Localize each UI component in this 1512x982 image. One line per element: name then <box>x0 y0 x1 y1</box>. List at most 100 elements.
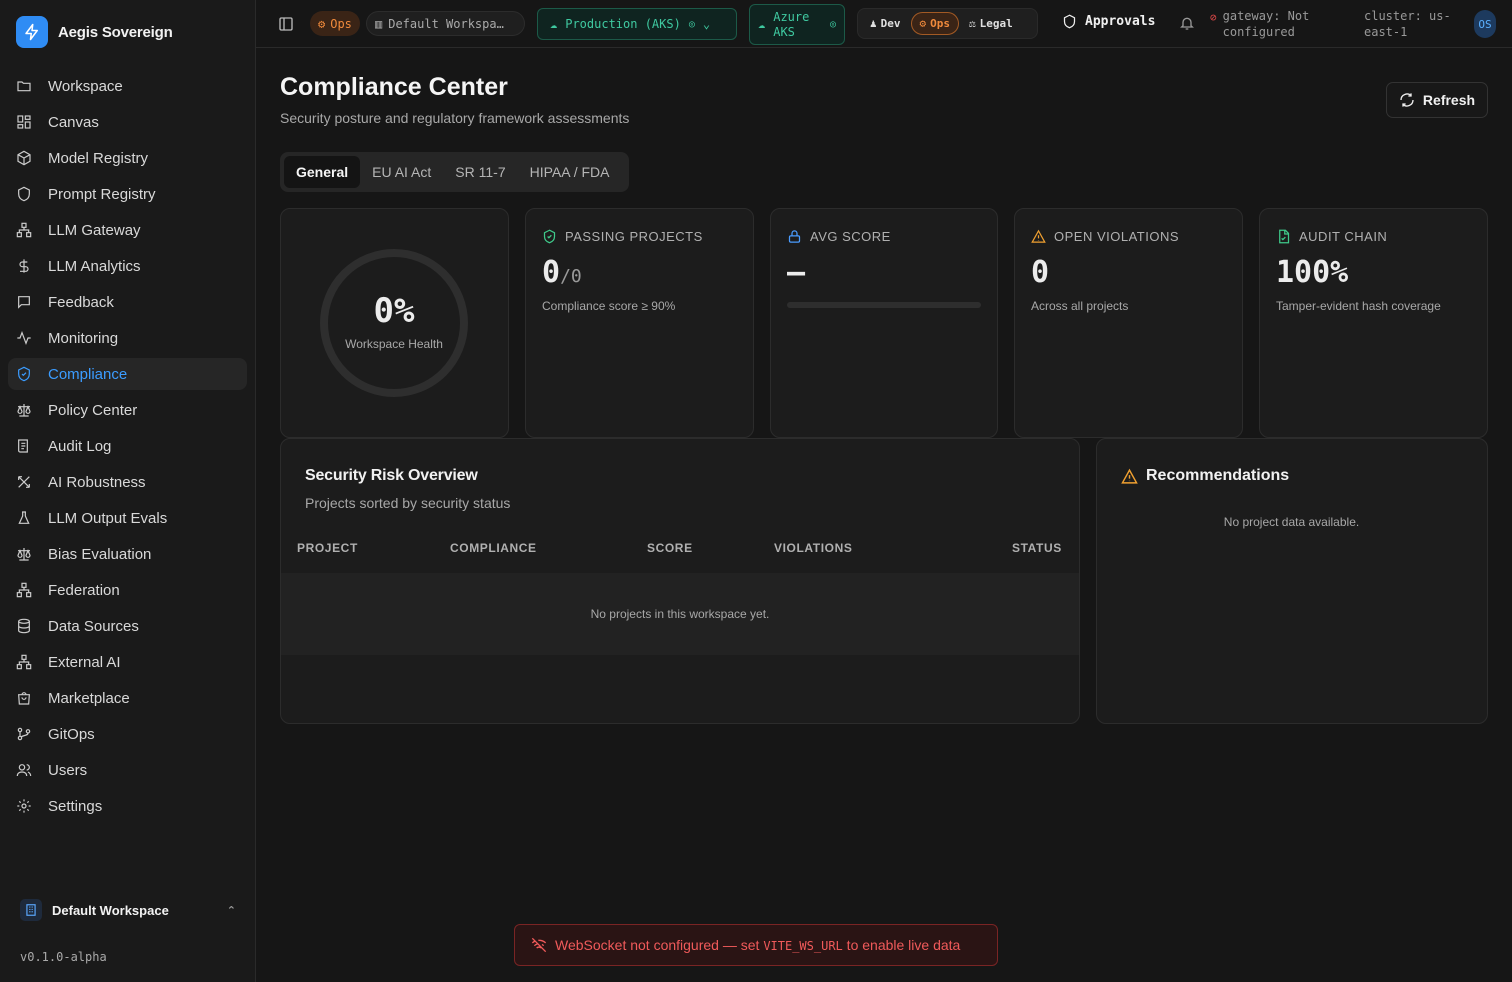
workspace-switcher[interactable]: Default Workspace ⌃ <box>20 898 236 922</box>
sidebar-item-label: Bias Evaluation <box>48 545 152 563</box>
sidebar-item-label: Prompt Registry <box>48 185 156 203</box>
bell-icon[interactable] <box>1179 15 1195 31</box>
grid-icon <box>17 115 31 129</box>
sidebar-item-label: Audit Log <box>48 437 112 455</box>
open-violations-header: OPEN VIOLATIONS <box>1031 229 1179 244</box>
audit-chain-value: 100% <box>1276 255 1349 290</box>
sidebar-item-label: Canvas <box>48 113 99 131</box>
sidebar: Aegis Sovereign Workspace Canvas Model R… <box>0 0 256 982</box>
recommendations-title: Recommendations <box>1146 467 1290 484</box>
status-dot-icon: ◎ <box>829 19 836 30</box>
column-score[interactable]: SCORE <box>647 541 693 555</box>
column-project[interactable]: PROJECT <box>297 541 358 555</box>
tab-general[interactable]: General <box>284 156 361 188</box>
building-icon <box>20 899 42 921</box>
gear-icon: ⚙ <box>318 16 326 31</box>
avg-score-header: AVG SCORE <box>787 229 891 244</box>
gear-icon <box>17 799 31 813</box>
sidebar-item-label: Monitoring <box>48 329 119 347</box>
sidebar-item-label: Workspace <box>48 77 123 95</box>
sidebar-item-label: Compliance <box>48 365 128 383</box>
sidebar-item-gitops[interactable]: GitOps <box>8 718 247 750</box>
avg-score-progress <box>787 302 981 308</box>
environment-selector[interactable]: ☁ Production (AKS) ◎ ⌄ <box>537 8 737 40</box>
sidebar-item-canvas[interactable]: Canvas <box>8 106 247 138</box>
refresh-icon <box>1400 93 1414 107</box>
websocket-warning-text: WebSocket not configured — set VITE_WS_U… <box>555 937 960 953</box>
sidebar-item-llm-output-evals[interactable]: LLM Output Evals <box>8 502 247 534</box>
column-status[interactable]: STATUS <box>1012 541 1062 555</box>
avg-score-value: — <box>787 255 806 290</box>
persona-badge[interactable]: ⚙ Ops <box>310 11 360 36</box>
persona-legal[interactable]: ⚖ Legal <box>961 12 1021 35</box>
tab-eu-ai-act[interactable]: EU AI Act <box>360 156 443 188</box>
open-violations-card: OPEN VIOLATIONS 0 Across all projects <box>1014 208 1243 438</box>
sidebar-item-settings[interactable]: Settings <box>8 790 247 822</box>
sidebar-item-federation[interactable]: Federation <box>8 574 247 606</box>
avatar[interactable]: OS <box>1474 10 1496 38</box>
persona-badge-label: Ops <box>330 16 352 31</box>
sidebar-item-data-sources[interactable]: Data Sources <box>8 610 247 642</box>
health-label: Workspace Health <box>345 337 443 351</box>
sidebar-item-llm-gateway[interactable]: LLM Gateway <box>8 214 247 246</box>
sidebar-item-ai-robustness[interactable]: AI Robustness <box>8 466 247 498</box>
sidebar-item-external-ai[interactable]: External AI <box>8 646 247 678</box>
sidebar-item-prompt-registry[interactable]: Prompt Registry <box>8 178 247 210</box>
gateway-line2: configured <box>1222 25 1295 39</box>
cluster-status: cluster: us-east-1 <box>1364 8 1464 40</box>
sidebar-item-marketplace[interactable]: Marketplace <box>8 682 247 714</box>
persona-ops[interactable]: ⚙ Ops <box>910 12 959 35</box>
audit-chain-header: AUDIT CHAIN <box>1276 229 1387 244</box>
cluster-line1: cluster: us- <box>1364 9 1451 23</box>
sidebar-item-users[interactable]: Users <box>8 754 247 786</box>
gateway-line1: gateway: Not <box>1222 9 1310 23</box>
shield-check-icon <box>18 366 30 382</box>
sidebar-item-feedback[interactable]: Feedback <box>8 286 247 318</box>
sidebar-item-label: AI Robustness <box>48 473 146 491</box>
tab-sr-11-7[interactable]: SR 11-7 <box>443 156 517 188</box>
approvals-button[interactable]: Approvals <box>1062 14 1155 29</box>
brand[interactable]: Aegis Sovereign <box>16 16 173 48</box>
sidebar-item-label: Marketplace <box>48 689 130 707</box>
check-circle-icon: ◎ <box>688 18 695 30</box>
open-violations-note: Across all projects <box>1031 299 1129 313</box>
refresh-button[interactable]: Refresh <box>1386 82 1488 118</box>
workspace-selector-label: Default Workspa… <box>388 16 504 31</box>
sidebar-item-model-registry[interactable]: Model Registry <box>8 142 247 174</box>
column-compliance[interactable]: COMPLIANCE <box>450 541 537 555</box>
sidebar-item-label: Data Sources <box>48 617 139 635</box>
health-value: 0% <box>373 291 415 331</box>
chevron-down-icon: ⌄ <box>702 17 711 31</box>
cluster-provider-badge[interactable]: ☁ Azure AKS ◎ <box>749 4 845 45</box>
table-empty-state: No projects in this workspace yet. <box>281 573 1079 655</box>
sidebar-item-policy-center[interactable]: Policy Center <box>8 394 247 426</box>
sidebar-item-audit-log[interactable]: Audit Log <box>8 430 247 462</box>
audit-chain-card: AUDIT CHAIN 100% Tamper-evident hash cov… <box>1259 208 1488 438</box>
column-violations[interactable]: VIOLATIONS <box>774 541 852 555</box>
page-title: Compliance Center <box>280 73 508 101</box>
topbar: ⚙ Ops ▥ Default Workspa… ☁ Production (A… <box>256 0 1512 48</box>
open-violations-label: OPEN VIOLATIONS <box>1054 229 1180 244</box>
sidebar-item-monitoring[interactable]: Monitoring <box>8 322 247 354</box>
workspace-selector[interactable]: ▥ Default Workspa… <box>366 11 525 36</box>
sidebar-toggle-icon[interactable] <box>278 16 294 32</box>
tab-hipaa-fda[interactable]: HIPAA / FDA <box>518 156 622 188</box>
lock-icon <box>788 230 801 243</box>
cluster-line2: east-1 <box>1364 25 1408 39</box>
sidebar-item-label: Federation <box>48 581 120 599</box>
chevron-updown-icon: ⌃ <box>226 904 236 917</box>
persona-dev[interactable]: ♟ Dev <box>862 12 909 35</box>
folder-icon <box>17 81 31 92</box>
wifi-off-icon <box>531 937 547 953</box>
sidebar-item-llm-analytics[interactable]: LLM Analytics <box>8 250 247 282</box>
sidebar-item-compliance[interactable]: Compliance <box>8 358 247 390</box>
sidebar-item-workspace[interactable]: Workspace <box>8 70 247 102</box>
page-subtitle: Security posture and regulatory framewor… <box>280 110 630 126</box>
sidebar-item-bias-evaluation[interactable]: Bias Evaluation <box>8 538 247 570</box>
shield-icon <box>1063 14 1076 29</box>
warning-icon <box>1031 229 1046 243</box>
websocket-warning-banner: WebSocket not configured — set VITE_WS_U… <box>514 924 998 966</box>
environment-label: Production (AKS) <box>565 17 681 31</box>
users-icon <box>16 764 32 777</box>
sidebar-item-label: LLM Output Evals <box>48 509 168 527</box>
